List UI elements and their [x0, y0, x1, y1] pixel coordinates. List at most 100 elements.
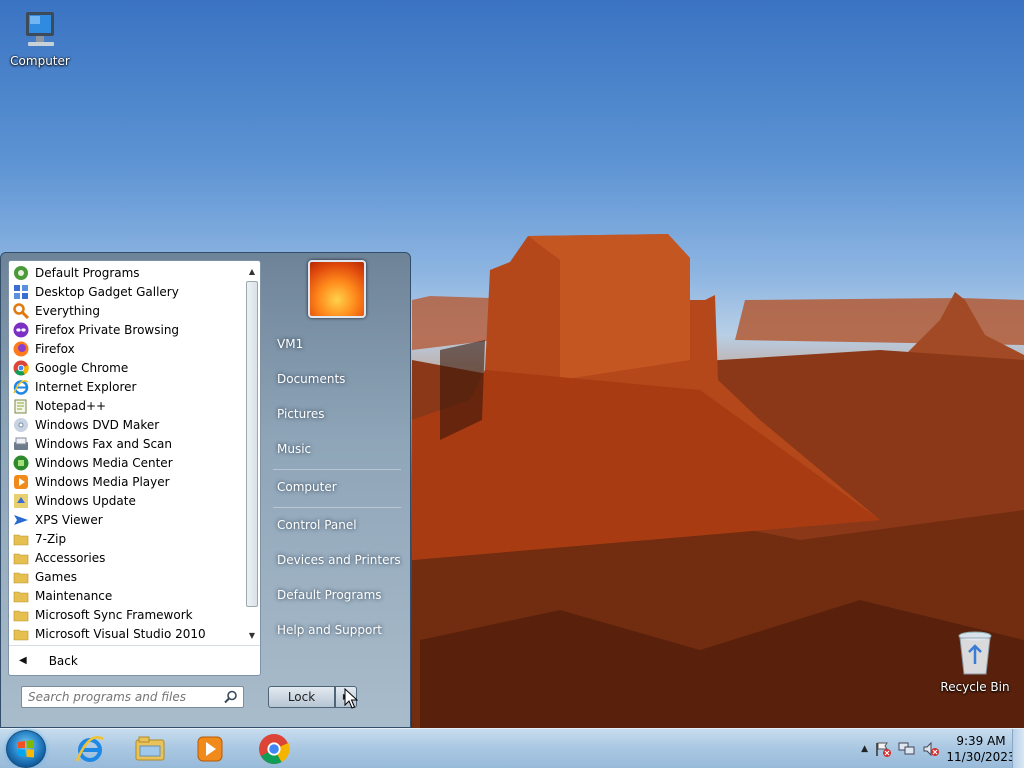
user-account-picture[interactable] — [308, 260, 366, 318]
separator — [273, 469, 401, 470]
back-label: Back — [48, 653, 78, 668]
start-right-item-computer[interactable]: Computer — [269, 471, 404, 503]
program-item-firefox-private-browsing[interactable]: Firefox Private Browsing — [9, 320, 245, 339]
firefox-icon — [13, 341, 29, 356]
program-label: Windows Media Player — [35, 474, 170, 489]
program-item-notepad-plus-plus[interactable]: Notepad++ — [9, 396, 245, 415]
folder-icon — [13, 534, 29, 545]
media-player-icon — [197, 736, 223, 762]
program-folder-games[interactable]: Games — [9, 567, 245, 586]
start-right-item-pictures[interactable]: Pictures — [269, 398, 404, 430]
taskbar-clock[interactable]: 9:39 AM 11/30/2023 — [946, 733, 1016, 765]
default-programs-icon — [14, 265, 28, 280]
notepad-plus-plus-icon — [14, 399, 27, 413]
folder-icon — [13, 629, 29, 640]
desktop-icon-label: Recycle Bin — [940, 680, 1010, 694]
search-icon[interactable] — [224, 690, 238, 704]
program-item-internet-explorer[interactable]: Internet Explorer — [9, 377, 245, 396]
windows-update-icon — [14, 493, 28, 508]
program-label: Windows DVD Maker — [35, 417, 160, 432]
search-box[interactable] — [21, 686, 244, 708]
desktop-icon-label: Computer — [10, 54, 70, 68]
program-item-windows-dvd-maker[interactable]: Windows DVD Maker — [9, 415, 245, 434]
search-input[interactable] — [22, 687, 212, 707]
start-right-item-help-and-support[interactable]: Help and Support — [269, 614, 404, 646]
program-label: Notepad++ — [35, 398, 107, 413]
gadget-gallery-icon — [14, 284, 28, 299]
start-right-item-devices-and-printers[interactable]: Devices and Printers — [269, 544, 404, 576]
program-item-everything[interactable]: Everything — [9, 301, 245, 320]
program-folder-accessories[interactable]: Accessories — [9, 548, 245, 567]
programs-pane: Default Programs Desktop Gadget Gallery … — [8, 260, 261, 676]
program-item-firefox[interactable]: Firefox — [9, 339, 245, 358]
back-arrow-icon: ◀ — [19, 655, 27, 666]
separator — [273, 507, 401, 508]
folder-icon — [13, 591, 29, 602]
scroll-up-arrow-icon[interactable]: ▲ — [245, 263, 259, 279]
program-item-windows-update[interactable]: Windows Update — [9, 491, 245, 510]
program-label: Firefox Private Browsing — [35, 322, 180, 337]
program-item-default-programs[interactable]: Default Programs — [9, 263, 245, 282]
network-icon[interactable] — [898, 741, 916, 757]
start-right-item-documents[interactable]: Documents — [269, 363, 404, 395]
show-hidden-icons-arrow-icon[interactable]: ▲ — [861, 744, 868, 754]
clock-time: 9:39 AM — [956, 734, 1006, 748]
program-item-windows-fax-and-scan[interactable]: Windows Fax and Scan — [9, 434, 245, 453]
program-folder-7zip[interactable]: 7-Zip — [9, 529, 245, 548]
internet-explorer-icon — [13, 379, 29, 395]
program-label: 7-Zip — [35, 531, 67, 546]
program-label: Games — [35, 569, 77, 584]
taskbar-internet-explorer[interactable] — [62, 731, 118, 767]
program-item-xps-viewer[interactable]: XPS Viewer — [9, 510, 245, 529]
program-item-windows-media-center[interactable]: Windows Media Center — [9, 453, 245, 472]
mouse-cursor-icon — [344, 688, 358, 709]
recycle-bin-icon — [958, 631, 992, 675]
desktop-icon-recycle-bin[interactable]: Recycle Bin — [937, 630, 1013, 694]
lock-button[interactable]: Lock — [268, 686, 335, 708]
start-button[interactable] — [6, 730, 46, 768]
internet-explorer-icon — [75, 736, 104, 762]
program-label: Google Chrome — [35, 360, 129, 375]
scroll-down-arrow-icon[interactable]: ▼ — [245, 627, 259, 643]
clock-date: 11/30/2023 — [946, 750, 1016, 764]
everything-search-icon — [13, 302, 29, 319]
program-label: Internet Explorer — [35, 379, 137, 394]
program-folder-microsoft-sync-framework[interactable]: Microsoft Sync Framework — [9, 605, 245, 624]
start-right-item-music[interactable]: Music — [269, 433, 404, 465]
program-label: Default Programs — [35, 265, 140, 280]
computer-icon — [26, 12, 54, 46]
dvd-maker-icon — [14, 417, 28, 432]
start-right-item-control-panel[interactable]: Control Panel — [269, 509, 404, 541]
program-label: Accessories — [35, 550, 106, 565]
program-label: XPS Viewer — [35, 512, 103, 527]
program-item-google-chrome[interactable]: Google Chrome — [9, 358, 245, 377]
desktop-icon-computer[interactable]: Computer — [2, 8, 78, 68]
firefox-private-icon — [13, 322, 29, 337]
action-center-flag-icon[interactable] — [874, 741, 892, 757]
program-label: Windows Update — [35, 493, 136, 508]
start-right-item-user[interactable]: VM1 — [269, 328, 404, 360]
taskbar-media-player[interactable] — [182, 731, 238, 767]
program-list-scrollbar[interactable]: ▲ ▼ — [245, 263, 259, 643]
back-button[interactable]: ◀ Back — [9, 645, 260, 675]
taskbar: ▲ 9:39 AM 11/30/2023 — [0, 728, 1024, 768]
windows-explorer-icon — [135, 736, 165, 761]
program-folder-maintenance[interactable]: Maintenance — [9, 586, 245, 605]
media-center-icon — [13, 455, 29, 470]
windows-logo-icon — [18, 740, 34, 758]
folder-icon — [13, 610, 29, 621]
program-label: Everything — [35, 303, 100, 318]
volume-muted-icon[interactable] — [922, 741, 940, 757]
program-item-windows-media-player[interactable]: Windows Media Player — [9, 472, 245, 491]
program-label: Maintenance — [35, 588, 113, 603]
show-desktop-button[interactable] — [1012, 729, 1024, 768]
taskbar-google-chrome[interactable] — [246, 731, 302, 767]
folder-icon — [13, 572, 29, 583]
folder-icon — [13, 553, 29, 564]
program-folder-microsoft-visual-studio-2010[interactable]: Microsoft Visual Studio 2010 — [9, 624, 245, 643]
taskbar-windows-explorer[interactable] — [122, 731, 178, 767]
program-item-desktop-gadget-gallery[interactable]: Desktop Gadget Gallery — [9, 282, 245, 301]
xps-viewer-icon — [14, 514, 28, 525]
start-right-item-default-programs[interactable]: Default Programs — [269, 579, 404, 611]
scrollbar-thumb[interactable] — [246, 281, 258, 607]
